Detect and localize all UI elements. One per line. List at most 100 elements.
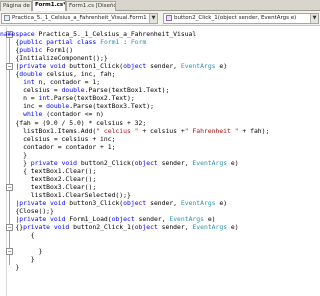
class-dropdown-value: Practica_5._1_Celsius_a_Fahrenheit_Visua… xyxy=(12,15,147,21)
code-line[interactable]: int n, contador = 1; xyxy=(0,78,269,86)
code-token: void xyxy=(61,158,77,167)
code-token: .Parse(textBox1.Text); xyxy=(84,86,170,95)
code-line[interactable]: celsius = double.Parse(textBox1.Text); xyxy=(0,86,269,94)
code-line[interactable]: listBox1.Items.Add(" celcius " + celsius… xyxy=(0,127,269,135)
code-line[interactable]: { textBox1.Clear(); xyxy=(0,167,269,175)
code-token: while xyxy=(23,110,43,119)
code-line[interactable]: |private void button3_Click(object sende… xyxy=(0,199,269,207)
code-token: double xyxy=(61,86,85,95)
code-token: {InitializeComponent();} xyxy=(0,54,108,63)
code-token: e) xyxy=(215,62,228,71)
code-line[interactable]: |private void Form1_Load(object sender, … xyxy=(0,215,269,223)
code-token: void xyxy=(53,223,70,232)
code-line[interactable]: { xyxy=(0,231,269,239)
code-token: contador = contador + 1; xyxy=(0,142,116,151)
code-line[interactable]: {Close();} xyxy=(0,207,269,215)
code-token: object xyxy=(123,62,147,71)
code-token: private xyxy=(19,198,47,207)
code-token: class xyxy=(77,38,97,47)
code-token: private xyxy=(23,223,51,232)
code-line[interactable]: } xyxy=(0,151,269,159)
document-tab-strip: Página de inicio Form1.cs* Form1.cs [Dis… xyxy=(0,0,320,11)
code-token: sender, xyxy=(146,198,181,207)
code-token: namespace xyxy=(0,30,35,38)
code-token: void xyxy=(50,198,66,207)
code-token: EventArgs xyxy=(180,198,216,207)
code-line[interactable]: {double celsius, inc, fah; xyxy=(0,70,269,78)
code-token: .Parse(textBox3.Text); xyxy=(69,102,154,111)
code-token: Form xyxy=(130,38,147,47)
code-line[interactable]: {}private void button2_Click_1(object se… xyxy=(0,223,269,231)
code-token: textBox3.Clear(); xyxy=(0,182,97,191)
code-token: object xyxy=(134,223,158,232)
code-token: } xyxy=(0,247,43,256)
class-dropdown[interactable]: Practica_5._1_Celsius_a_Fahrenheit_Visua… xyxy=(1,13,158,24)
code-token: + fah); xyxy=(238,126,270,135)
code-token: celsius, inc, fah; xyxy=(42,70,116,79)
code-line[interactable]: namespace Practica_5._1_Celsius_a_Fahren… xyxy=(0,30,269,38)
code-editor[interactable]: − − − − − namespace Practica_5._1_Celsiu… xyxy=(0,27,320,296)
code-token: sender, xyxy=(157,223,193,232)
code-token: listBox1.ClearSelected();} xyxy=(0,190,131,199)
code-token: " celcius " xyxy=(96,126,139,135)
code-token: object xyxy=(134,158,158,167)
code-token: void xyxy=(50,62,66,71)
code-line[interactable]: } xyxy=(0,263,269,271)
code-token: sender, xyxy=(146,62,181,71)
code-token: e) xyxy=(227,223,239,232)
code-line[interactable]: {InitializeComponent();} xyxy=(0,54,269,62)
code-line[interactable]: } xyxy=(0,247,269,255)
code-token: } xyxy=(0,255,35,264)
code-token: public xyxy=(19,38,43,47)
tab-start-page[interactable]: Página de inicio xyxy=(0,1,32,11)
code-line[interactable]: textBox2.Clear(); xyxy=(0,175,269,183)
member-dropdown[interactable]: button2_Click_1(object sender, EventArgs… xyxy=(163,13,319,24)
code-token: | xyxy=(0,198,20,207)
code-token: void xyxy=(50,215,66,224)
chevron-down-icon[interactable]: ▼ xyxy=(149,14,157,23)
code-token: EventArgs xyxy=(192,223,228,232)
code-token: " Fahrenheit " xyxy=(184,126,239,135)
member-dropdown-value: button2_Click_1(object sender, EventArgs… xyxy=(174,15,297,21)
code-line[interactable]: } private void button2_Click(object send… xyxy=(0,159,269,167)
code-text[interactable]: namespace Practica_5._1_Celsius_a_Fahren… xyxy=(0,30,269,271)
code-line[interactable]: {public partial class Form1 : Form xyxy=(0,38,269,46)
code-line[interactable]: while (contador <= n) xyxy=(0,110,269,118)
code-token: private xyxy=(19,62,47,71)
code-line[interactable]: listBox1.ClearSelected();} xyxy=(0,191,269,199)
code-token: } xyxy=(0,150,27,159)
code-token: textBox2.Clear(); xyxy=(0,174,97,183)
code-token: EventArgs xyxy=(192,158,228,167)
code-line[interactable]: {fah = (9.0 / 5.0) * celsius + 32; xyxy=(0,119,269,127)
code-line[interactable]: textBox3.Clear(); xyxy=(0,183,269,191)
code-line[interactable]: celsius = celsius + inc; xyxy=(0,135,269,143)
code-token: public xyxy=(19,46,43,55)
code-line[interactable]: contador = contador + 1; xyxy=(0,143,269,151)
code-token: Form1() xyxy=(42,46,74,55)
code-token: celsius = xyxy=(0,86,62,95)
code-token: private xyxy=(19,215,47,224)
code-token: int xyxy=(38,94,51,103)
code-token: {fah = (9.0 / 5.0) * celsius + 32; xyxy=(0,118,147,127)
code-token: button1_Click( xyxy=(65,62,124,71)
code-token: { xyxy=(0,38,20,47)
tab-form1-code[interactable]: Form1.cs* xyxy=(32,0,66,11)
code-token: { textBox1.Clear(); xyxy=(0,166,97,175)
code-line[interactable]: |private void button1_Click(object sende… xyxy=(0,62,269,70)
chevron-down-icon[interactable]: ▼ xyxy=(310,14,318,23)
code-token: object xyxy=(111,215,135,224)
code-token: double xyxy=(19,70,43,79)
code-token: Form1 xyxy=(100,38,120,47)
code-line[interactable] xyxy=(0,239,269,247)
code-token: | xyxy=(0,62,20,71)
code-token: n = xyxy=(0,94,39,103)
code-line[interactable]: {public Form1() xyxy=(0,46,269,54)
code-line[interactable]: } xyxy=(0,255,269,263)
code-token: { xyxy=(0,231,35,240)
code-token: double xyxy=(46,102,70,111)
code-line[interactable]: n = int.Parse(textBox2.Text); xyxy=(0,94,269,102)
tab-form1-designer[interactable]: Form1.cs [Diseño] xyxy=(66,1,116,11)
code-line[interactable]: inc = double.Parse(textBox3.Text); xyxy=(0,102,269,110)
code-token: (contador <= n) xyxy=(42,110,104,119)
code-token: button2_Click( xyxy=(76,158,135,167)
